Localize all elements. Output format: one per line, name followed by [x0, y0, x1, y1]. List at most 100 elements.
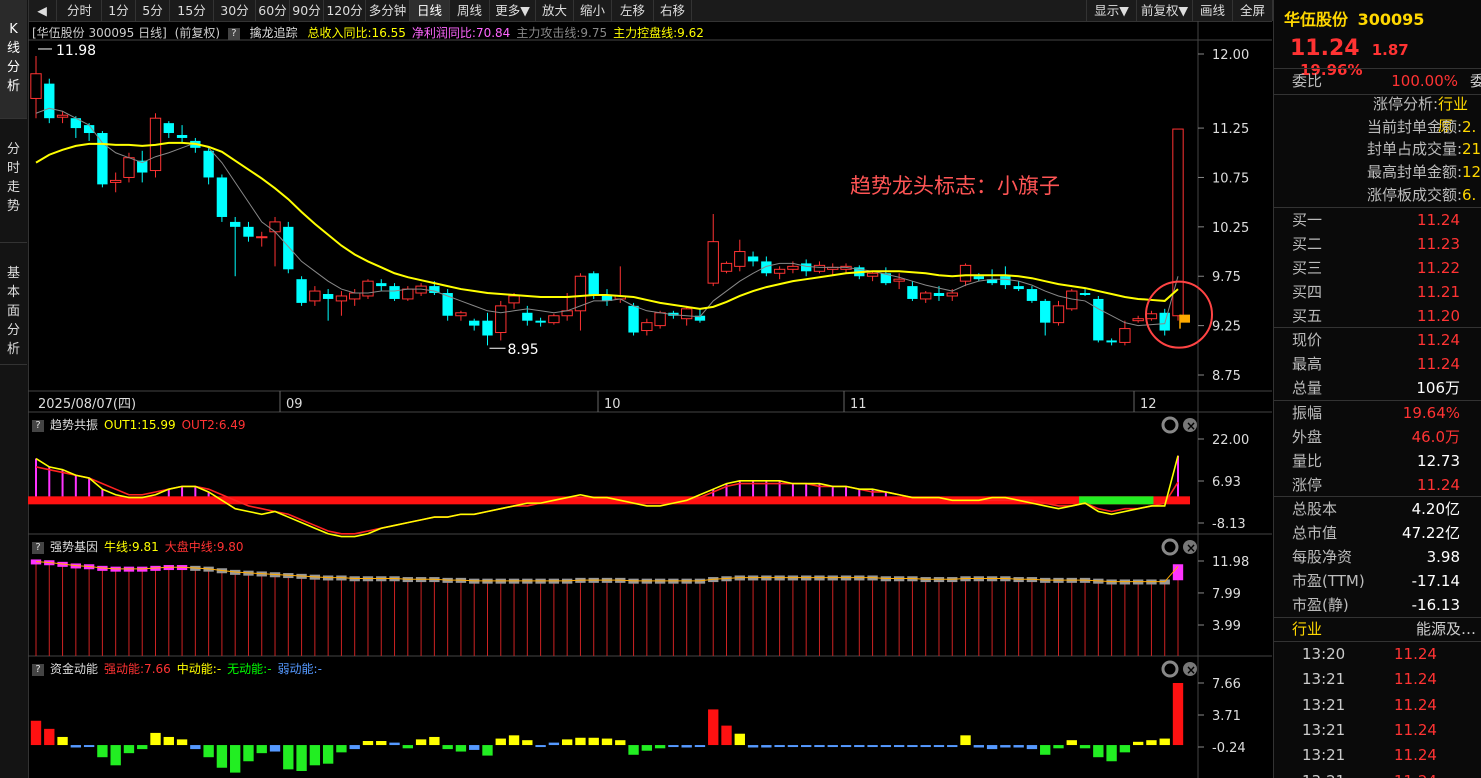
period-button-15[interactable]: 右移: [654, 0, 692, 21]
row-label: 买五: [1292, 307, 1323, 325]
period-button-14[interactable]: 左移: [612, 0, 654, 21]
fund-bar: [761, 745, 772, 748]
y-tick-label: 12.00: [1212, 48, 1249, 63]
fund-bar: [283, 745, 294, 770]
toolbar-right-button-1[interactable]: 前复权▼: [1136, 0, 1193, 21]
weibi-extra: 委: [1470, 69, 1481, 93]
fund-bar: [1079, 745, 1091, 749]
fund-bar: [827, 745, 838, 748]
toolbar-right-button-0[interactable]: 显示▼: [1086, 0, 1137, 21]
panel3-name[interactable]: 强势基因: [50, 540, 98, 554]
fund-bar: [70, 745, 82, 748]
tick-time: 13:21: [1302, 720, 1346, 739]
fund-bar: [482, 745, 493, 756]
gear-icon[interactable]: [1161, 538, 1179, 556]
row-label: 最高封单金额:: [1366, 163, 1462, 182]
candle-down: [1013, 286, 1024, 290]
weibi-value: 100.00%: [1391, 72, 1458, 90]
fund-bar: [1000, 745, 1011, 748]
candle-up: [455, 312, 467, 317]
y-tick-label: 10.25: [1212, 221, 1249, 236]
nav-tab-1[interactable]: 分时走势: [0, 120, 27, 243]
help-icon[interactable]: ?: [32, 541, 44, 554]
period-button-0[interactable]: 分时: [58, 0, 102, 21]
period-button-5[interactable]: 60分: [256, 0, 290, 21]
candle-down: [216, 177, 228, 217]
fund-bar: [814, 745, 825, 748]
industry-row[interactable]: 行业 能源及…: [1274, 617, 1481, 641]
row-label: 现价: [1292, 331, 1323, 349]
limit-row: 当前封单金额: 2.: [1274, 116, 1481, 138]
fund-bar: [734, 733, 745, 746]
fund-bar: [920, 745, 931, 748]
fund-bar: [163, 736, 174, 746]
period-button-4[interactable]: 30分: [214, 0, 256, 21]
y-tick-label: 7.66: [1212, 677, 1241, 692]
period-button-1[interactable]: 1分: [102, 0, 136, 21]
candle-up: [508, 295, 520, 304]
fund-bar: [57, 736, 68, 746]
fund-bar: [123, 745, 135, 754]
fund-bar: [1013, 745, 1024, 748]
period-button-12[interactable]: 放大: [536, 0, 574, 21]
candle-up: [56, 114, 69, 118]
tick-price: 11.24: [1394, 670, 1437, 689]
toolbar-right-button-2[interactable]: 画线: [1192, 0, 1233, 21]
fund-bar: [601, 738, 613, 746]
high-marker: 11.98: [38, 43, 96, 59]
help-icon[interactable]: ?: [32, 663, 44, 676]
industry-value: 能源及…: [1415, 620, 1476, 638]
candle-down: [535, 320, 546, 323]
period-button-3[interactable]: 15分: [170, 0, 214, 21]
back-button[interactable]: ◀: [28, 0, 57, 21]
gear-icon[interactable]: [1161, 416, 1179, 434]
fund-bar: [575, 737, 586, 746]
legend-item: 无动能:-: [227, 662, 272, 676]
panel4-name[interactable]: 资金动能: [50, 662, 98, 676]
period-button-11[interactable]: 更多▼: [490, 0, 536, 21]
nav-tab-2[interactable]: 基本面分析: [0, 244, 27, 365]
gene-bars: [30, 559, 1184, 656]
nav-tab-0[interactable]: K线分析: [0, 0, 27, 119]
period-button-13[interactable]: 缩小: [574, 0, 612, 21]
period-button-2[interactable]: 5分: [136, 0, 170, 21]
row-value: 11.24: [1417, 331, 1460, 349]
close-glyph: ×: [1186, 541, 1196, 555]
fund-bar: [349, 745, 360, 750]
candle-up: [946, 292, 958, 297]
fund-bar: [708, 709, 719, 746]
panel2-title: ? 趋势共振 OUT1:15.99 OUT2:6.49: [28, 416, 246, 434]
fund-bar: [535, 745, 546, 748]
y-tick-label: -0.24: [1212, 741, 1246, 756]
gear-icon[interactable]: [1161, 660, 1179, 678]
weibi-label: 委比: [1292, 72, 1323, 90]
stat-row: 最高 11.24: [1274, 352, 1481, 376]
legend-item: 中动能:-: [176, 662, 222, 676]
toolbar-right-button-3[interactable]: 全屏: [1232, 0, 1273, 21]
panel2-name[interactable]: 趋势共振: [50, 418, 98, 432]
y-tick-label: -8.13: [1212, 517, 1246, 532]
candle-up: [402, 288, 414, 300]
fund-bar: [907, 745, 918, 748]
candle-down: [1159, 312, 1170, 331]
chart-area[interactable]: [华伍股份 300095 日线] (前复权) ? 擒龙追踪 总收入同比:16.5…: [28, 21, 1272, 778]
panel4-legend: 强动能:7.66 中动能:- 无动能:- 弱动能:-: [98, 662, 322, 676]
period-button-10[interactable]: 周线: [450, 0, 490, 21]
candle-up: [920, 292, 932, 300]
candle-down: [322, 294, 334, 299]
y-tick-label: 6.93: [1212, 475, 1241, 490]
period-button-9[interactable]: 日线: [410, 0, 450, 21]
help-icon[interactable]: ?: [32, 419, 44, 432]
last-price: 11.24: [1290, 36, 1360, 61]
tick-price: 11.24: [1394, 769, 1437, 778]
fund-bar: [495, 738, 506, 746]
stat-row: 市盈(静) -16.13: [1274, 593, 1481, 617]
row-value: 47.22亿: [1402, 524, 1460, 542]
fund-bar: [309, 745, 321, 766]
period-button-7[interactable]: 120分: [324, 0, 366, 21]
candle-up: [1132, 318, 1144, 322]
fund-bar: [641, 745, 653, 751]
stat-row: 总量 106万: [1274, 376, 1481, 400]
period-button-6[interactable]: 90分: [290, 0, 324, 21]
period-button-8[interactable]: 多分钟: [366, 0, 410, 21]
